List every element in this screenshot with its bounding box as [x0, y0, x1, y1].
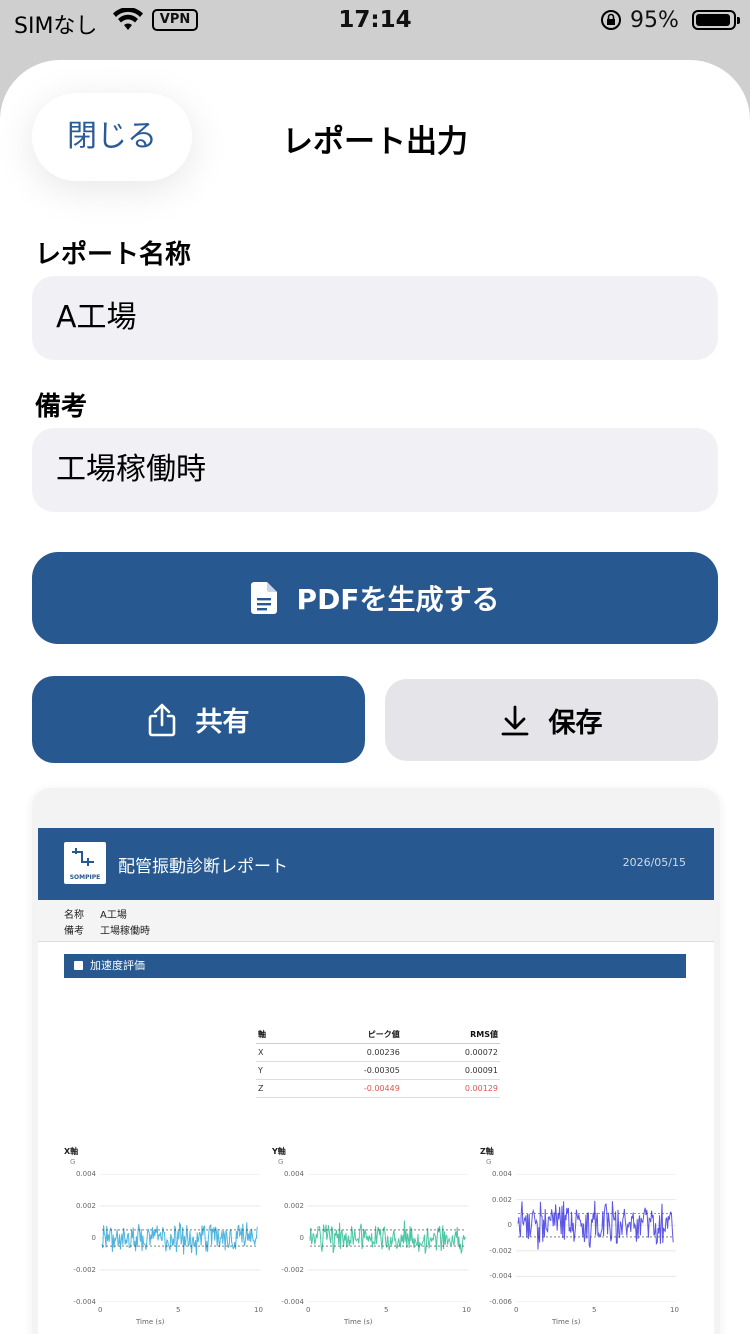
acceleration-plot: Z軸 G 0.004 0.002 0 -0.002 -0.004 -0.006 0 5 10 Time…	[480, 1146, 680, 1334]
report-title: 配管振動診断レポート	[118, 857, 288, 877]
x-tick-label: 5	[592, 1306, 597, 1314]
generate-pdf-label: PDFを生成する	[296, 583, 500, 616]
y-tick-label: -0.004	[489, 1272, 512, 1281]
y-tick-label: 0.004	[283, 1170, 304, 1178]
report-export-sheet: 閉じる レポート出力 レポート名称 A工場 備考 工場稼働時 PDFを生成する …	[0, 60, 750, 1334]
x-tick-label: 5	[176, 1306, 181, 1314]
report-date: 2026/05/15	[622, 856, 686, 869]
acceleration-plot: X軸 G 0.004 0.002 0 -0.002 -0.004 0 5 10 Time (s)	[64, 1146, 264, 1334]
download-icon	[501, 705, 528, 736]
plot-unit: G	[70, 1158, 76, 1166]
y-tick-label: -0.002	[281, 1266, 304, 1274]
x-tick-label: 0	[514, 1306, 519, 1314]
col-axis: 軸	[256, 1026, 296, 1044]
waveform-line	[309, 1220, 466, 1254]
x-tick-label: 10	[462, 1306, 471, 1314]
waveform-plot	[308, 1174, 468, 1302]
pdf-page: SOMPIPE 配管振動診断レポート 2026/05/15 名称 A工場 備考 工場…	[38, 828, 714, 1334]
y-tick-label: -0.004	[73, 1298, 96, 1306]
share-icon	[148, 703, 175, 736]
report-name-field[interactable]: A工場	[32, 276, 718, 360]
y-tick-label: 0.002	[491, 1195, 512, 1204]
pdf-preview[interactable]: SOMPIPE 配管振動診断レポート 2026/05/15 名称 A工場 備考 工場…	[32, 788, 720, 1334]
section-title: 加速度評価	[90, 959, 145, 972]
table-cell-axis: Y	[256, 1061, 296, 1080]
report-header: SOMPIPE 配管振動診断レポート 2026/05/15	[38, 828, 714, 900]
report-name-label: レポート名称	[35, 240, 192, 270]
plot-title: X軸	[64, 1147, 79, 1156]
y-tick-label: 0	[91, 1234, 96, 1242]
y-tick-label: 0.004	[491, 1170, 512, 1178]
battery-percent: 95%	[630, 8, 679, 33]
orientation-lock-icon	[601, 10, 621, 30]
info-row-name: 名称 A工場	[64, 910, 127, 921]
table-row: X 0.00236 0.00072	[256, 1043, 500, 1062]
table-row: Z -0.00449 0.00129	[256, 1079, 500, 1098]
y-tick-label: 0.002	[75, 1202, 96, 1210]
y-tick-label: -0.004	[281, 1298, 304, 1306]
table-cell-peak: -0.00449	[296, 1079, 402, 1098]
x-axis-label: Time (s)	[344, 1318, 373, 1326]
plot-unit: G	[278, 1158, 284, 1166]
note-label: 備考	[35, 392, 88, 422]
note-field[interactable]: 工場稼働時	[32, 428, 718, 512]
x-tick-label: 0	[306, 1306, 311, 1314]
x-tick-label: 5	[384, 1306, 389, 1314]
y-tick-label: 0.004	[75, 1170, 96, 1178]
logo-text: SOMPIPE	[69, 874, 101, 881]
x-axis-label: Time (s)	[136, 1318, 165, 1326]
waveform-plot	[516, 1174, 676, 1302]
document-icon	[250, 582, 277, 614]
table-cell-rms: 0.00072	[401, 1043, 500, 1062]
col-rms: RMS値	[401, 1026, 500, 1044]
plot-title: Z軸	[480, 1147, 494, 1156]
table-cell-rms: 0.00091	[401, 1061, 500, 1080]
report-info: 名称 A工場 備考 工場稼働時	[38, 900, 714, 942]
table-cell-rms: 0.00129	[401, 1079, 500, 1098]
share-button[interactable]: 共有	[32, 676, 365, 763]
save-label: 保存	[548, 707, 603, 739]
sheet-title: レポート出力	[282, 124, 468, 160]
company-logo: SOMPIPE	[64, 842, 106, 884]
x-tick-label: 10	[670, 1306, 679, 1314]
y-tick-label: -0.002	[489, 1246, 512, 1255]
table-cell-axis: Z	[256, 1079, 296, 1098]
y-tick-label: 0.002	[283, 1202, 304, 1210]
share-label: 共有	[195, 707, 250, 738]
col-peak: ピーク値	[296, 1026, 402, 1044]
acceleration-plot: Y軸 G 0.004 0.002 0 -0.002 -0.004 0 5 10 Time (s)	[272, 1146, 472, 1334]
waveform-line	[101, 1221, 258, 1256]
pipe-icon	[72, 848, 94, 866]
save-button[interactable]: 保存	[385, 679, 718, 761]
table-cell-peak: -0.00305	[296, 1061, 402, 1080]
table-cell-peak: 0.00236	[296, 1043, 402, 1062]
y-tick-label: 0	[299, 1234, 304, 1242]
x-tick-label: 10	[254, 1306, 263, 1314]
table-row: Y -0.00305 0.00091	[256, 1061, 500, 1080]
waveform-plot	[100, 1174, 260, 1302]
x-tick-label: 0	[98, 1306, 103, 1314]
y-tick-label: -0.006	[489, 1298, 512, 1306]
y-tick-label: -0.002	[73, 1266, 96, 1274]
plot-unit: G	[486, 1158, 492, 1166]
battery-icon	[692, 10, 740, 30]
status-bar: SIMなし VPN 17:14 95%	[0, 0, 750, 50]
x-axis-label: Time (s)	[552, 1318, 581, 1326]
section-header: 加速度評価	[64, 954, 686, 978]
info-row-note: 備考 工場稼働時	[64, 926, 150, 937]
table-cell-axis: X	[256, 1043, 296, 1062]
plot-title: Y軸	[272, 1147, 286, 1156]
evaluation-table: 軸 ピーク値 RMS値 X 0.00236 0.00072 Y -0.00305 0.00…	[256, 1026, 500, 1098]
generate-pdf-button[interactable]: PDFを生成する	[32, 552, 718, 644]
table-header-row: 軸 ピーク値 RMS値	[256, 1026, 500, 1044]
close-button[interactable]: 閉じる	[32, 93, 192, 181]
y-tick-label: 0	[507, 1221, 512, 1230]
